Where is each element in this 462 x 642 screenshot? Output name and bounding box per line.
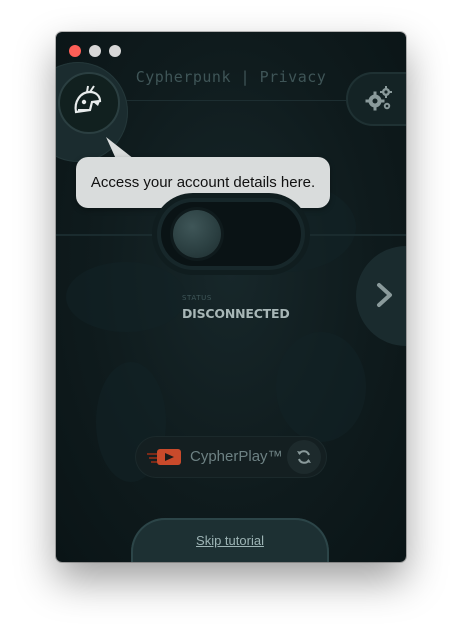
- cypherplay-button[interactable]: CypherPlay™: [135, 436, 327, 478]
- refresh-button[interactable]: [287, 440, 321, 474]
- helmet-icon: [70, 84, 106, 124]
- world-map-shape: [276, 332, 366, 442]
- window-maximize-button[interactable]: [109, 45, 121, 57]
- world-map-shape: [66, 262, 186, 332]
- skip-tutorial-link[interactable]: Skip tutorial: [131, 533, 329, 548]
- gears-icon: [364, 84, 394, 118]
- header-divider: [116, 100, 346, 101]
- connection-toggle[interactable]: [161, 202, 301, 266]
- app-window: Cypherpunk | Privacy Access your account…: [56, 32, 406, 562]
- next-location-button[interactable]: [356, 246, 406, 346]
- window-close-button[interactable]: [69, 45, 81, 57]
- account-button-ring[interactable]: [58, 72, 120, 134]
- toggle-knob[interactable]: [173, 210, 221, 258]
- play-icon: [147, 448, 183, 470]
- refresh-icon: [297, 450, 311, 464]
- cypherplay-label: CypherPlay™: [190, 448, 283, 465]
- tutorial-panel: Skip tutorial: [131, 518, 329, 562]
- chevron-right-icon: [374, 282, 396, 312]
- window-minimize-button[interactable]: [89, 45, 101, 57]
- status-value: DISCONNECTED: [182, 306, 290, 321]
- status-label: STATUS: [182, 294, 212, 302]
- settings-button[interactable]: [346, 72, 406, 126]
- tutorial-tooltip: Access your account details here.: [76, 157, 330, 208]
